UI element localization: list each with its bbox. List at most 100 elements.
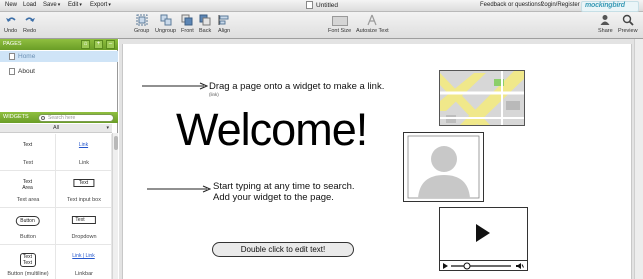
menu-new[interactable]: New — [5, 2, 17, 8]
align-button[interactable]: Align — [218, 14, 230, 34]
volume-icon[interactable] — [516, 263, 524, 269]
widget-text-input[interactable]: Text Text input box — [56, 171, 112, 208]
canvas-scrollbar[interactable] — [634, 39, 643, 279]
group-icon — [136, 14, 148, 26]
preview-icon — [622, 14, 634, 26]
menu-save[interactable]: Save▾ — [43, 2, 60, 8]
undo-icon — [5, 17, 16, 22]
widget-preview-link: Link — [78, 142, 89, 148]
widget-button-multiline[interactable]: Text Text Button (multiline) — [0, 245, 56, 279]
widget-text[interactable]: Text Text — [0, 134, 56, 171]
image-placeholder[interactable] — [403, 132, 484, 202]
pages-panel-header: PAGES ⌂ + – — [0, 39, 118, 50]
mockup-canvas[interactable] — [122, 44, 632, 279]
menu-export[interactable]: Export▾ — [90, 2, 111, 8]
widget-label: Button (multiline) — [7, 271, 49, 277]
widget-link[interactable]: Link Link — [56, 134, 112, 171]
widget-dropdown[interactable]: Text Dropdown — [56, 208, 112, 245]
drag-hint-small: (link) — [209, 92, 219, 97]
widget-search-input[interactable]: Search here — [38, 114, 114, 122]
widget-search-placeholder: Search here — [48, 115, 76, 121]
autosize-text-button[interactable]: Autosize Text — [356, 14, 389, 34]
font-size-control[interactable]: Font Size — [328, 14, 351, 34]
drag-hint-text[interactable]: Drag a page onto a widget to make a link… — [209, 81, 384, 92]
widget-preview-textarea: Text Area — [22, 179, 33, 191]
menu-load[interactable]: Load — [23, 2, 36, 8]
search-hint-line1[interactable]: Start typing at any time to search. — [213, 181, 355, 192]
login-link[interactable]: Login/Register — [541, 2, 580, 8]
send-back-label: Back — [199, 28, 212, 34]
autosize-icon — [367, 14, 377, 26]
undo-button[interactable]: Undo — [4, 14, 17, 34]
toolbar: Undo Redo Group Ungroup Front Back Align… — [0, 12, 643, 39]
menu-bar: New Load Save▾ Edit▾ Export▾ Untitled Fe… — [0, 0, 643, 12]
widget-label: Button — [20, 234, 36, 240]
widgets-panel-header: WIDGETS Search here — [0, 112, 118, 123]
arrow-right-icon — [142, 82, 208, 90]
menu-edit-label: Edit — [68, 2, 79, 8]
undo-label: Undo — [4, 28, 18, 34]
align-icon — [218, 15, 229, 25]
widget-filter-select[interactable]: All ▾ — [0, 124, 112, 133]
lock-icon[interactable]: ⌂ — [81, 40, 90, 49]
bring-front-button[interactable]: Front — [181, 14, 194, 34]
ungroup-label: Ungroup — [155, 28, 177, 34]
redo-button[interactable]: Redo — [23, 14, 36, 34]
redo-icon — [25, 17, 35, 22]
widget-text-area[interactable]: Text Area Text area — [0, 171, 56, 208]
font-size-field[interactable] — [331, 16, 348, 26]
autosize-text-label: Autosize Text — [356, 28, 389, 34]
person-placeholder-icon — [407, 135, 480, 199]
align-label: Align — [218, 28, 231, 34]
send-back-button[interactable]: Back — [199, 14, 211, 34]
redo-label: Redo — [23, 28, 37, 34]
map-icon — [440, 71, 524, 125]
widget-label: Dropdown — [71, 234, 97, 240]
edit-text-button[interactable]: Double click to edit text! — [212, 242, 354, 257]
preview-button[interactable]: Preview — [618, 14, 638, 34]
widget-preview-dropdown: Text — [71, 216, 96, 224]
widget-label: Text — [22, 160, 34, 166]
document-title-text: Untitled — [316, 2, 339, 9]
video-progress-slider[interactable] — [451, 262, 513, 270]
ungroup-button[interactable]: Ungroup — [155, 14, 176, 34]
widget-preview-input: Text — [72, 179, 95, 187]
collapse-icon[interactable]: – — [106, 40, 115, 49]
chevron-down-icon: ▾ — [108, 2, 111, 8]
font-size-label: Font Size — [328, 28, 352, 34]
feedback-link[interactable]: Feedback or questions? — [480, 2, 544, 8]
page-item-label: Home — [18, 53, 36, 60]
widget-filter-value: All — [52, 125, 60, 131]
welcome-heading[interactable]: Welcome! — [176, 104, 368, 156]
widget-linkbar[interactable]: Link | Link Linkbar — [56, 245, 112, 279]
scrollbar-thumb[interactable] — [114, 136, 118, 150]
share-icon — [600, 15, 610, 25]
menu-save-label: Save — [43, 2, 57, 8]
play-icon[interactable] — [476, 224, 490, 242]
chevron-down-icon: ▾ — [106, 125, 109, 131]
video-player-widget[interactable] — [439, 207, 528, 271]
widgets-scrollbar[interactable] — [112, 133, 118, 279]
add-page-icon[interactable]: + — [94, 40, 103, 49]
widget-label: Linkbar — [74, 271, 94, 277]
page-item-about[interactable]: About — [0, 66, 118, 77]
page-item-home[interactable]: Home — [0, 51, 118, 62]
share-label: Share — [598, 28, 613, 34]
arrow-right-icon — [147, 185, 211, 193]
preview-label: Preview — [618, 28, 638, 34]
page-icon — [9, 68, 15, 75]
play-small-icon[interactable] — [443, 263, 448, 269]
widget-label: Text input box — [67, 197, 101, 203]
menu-edit[interactable]: Edit▾ — [68, 2, 82, 8]
map-widget[interactable] — [439, 70, 525, 126]
search-hint-line2[interactable]: Add your widget to the page. — [213, 192, 334, 203]
group-button[interactable]: Group — [134, 14, 149, 34]
chevron-down-icon: ▾ — [57, 2, 61, 8]
widget-preview-linkbar: Link | Link — [72, 253, 95, 259]
widget-preview-text: Text — [22, 142, 33, 148]
widget-preview-multiline: Text Text — [19, 253, 36, 267]
document-title[interactable]: Untitled — [306, 1, 338, 9]
share-button[interactable]: Share — [598, 14, 613, 34]
widget-button[interactable]: Button Button — [0, 208, 56, 245]
pages-panel-title: PAGES — [3, 41, 22, 47]
